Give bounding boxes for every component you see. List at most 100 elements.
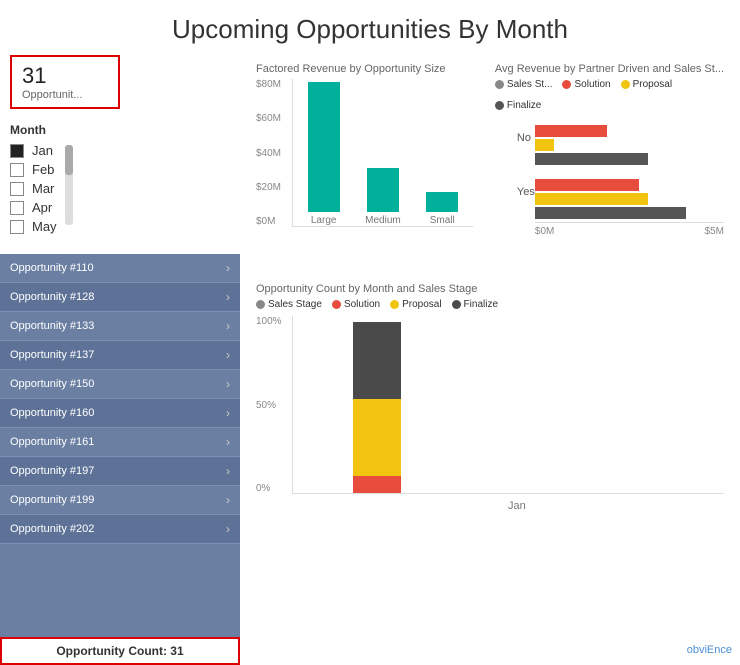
opp-item-label: Opportunity #202 (10, 523, 94, 535)
y-label-0: $0M (256, 216, 292, 227)
legend3-dot-finalize (452, 300, 461, 309)
chart2-legend: Sales St... Solution Proposal Finalize (495, 79, 724, 111)
opp-item-arrow: › (226, 522, 230, 536)
stacked-xlabel: Jan (508, 500, 526, 512)
filter-checkbox-feb[interactable] (10, 163, 24, 177)
filter-label-apr: Apr (32, 200, 52, 215)
filter-label-feb: Feb (32, 162, 54, 177)
branding-accent: Ence (707, 644, 732, 656)
right-panel: Factored Revenue by Opportunity Size $0M… (240, 55, 740, 665)
legend3-label-stage: Sales Stage (268, 299, 322, 310)
legend3-dot-proposal (390, 300, 399, 309)
opp-list-item[interactable]: Opportunity #197› (0, 457, 240, 486)
hbar-no-proposal (535, 139, 554, 151)
opp-list-item[interactable]: Opportunity #161› (0, 428, 240, 457)
chart1-title: Factored Revenue by Opportunity Size (256, 63, 473, 75)
bar-label-medium: Medium (365, 215, 401, 226)
kpi-number: 31 (22, 63, 108, 89)
kpi-label: Opportunit... (22, 89, 108, 101)
seg-proposal (353, 399, 401, 476)
filter-checkbox-jan[interactable] (10, 144, 24, 158)
opp-item-label: Opportunity #160 (10, 407, 94, 419)
legend-dot-sales (495, 80, 504, 89)
filter-checkbox-may[interactable] (10, 220, 24, 234)
filter-checkbox-apr[interactable] (10, 201, 24, 215)
legend3-dot-stage (256, 300, 265, 309)
filter-label-mar: Mar (32, 181, 54, 196)
filter-item-feb[interactable]: Feb (10, 162, 57, 177)
left-panel: 31 Opportunit... Month Jan Feb (0, 55, 240, 665)
hbar-no-finalize (535, 153, 648, 165)
filter-section: Month Jan Feb Mar (0, 119, 240, 246)
legend-label-proposal: Proposal (633, 79, 672, 90)
hbar-container: No Yes (495, 117, 724, 237)
opp-list-item[interactable]: Opportunity #150 › (0, 370, 240, 399)
legend3-label-proposal: Proposal (402, 299, 441, 310)
opp-item-arrow: › (226, 464, 230, 478)
stacked-bar-area: 0% 50% 100% Jan (256, 316, 724, 516)
legend3-proposal: Proposal (390, 299, 441, 310)
filter-item-may[interactable]: May (10, 219, 57, 234)
hbar-row-no: No (495, 125, 724, 165)
chart3-legend: Sales Stage Solution Proposal Finalize (256, 299, 724, 310)
opp-item-arrow: › (226, 406, 230, 420)
legend3-solution: Solution (332, 299, 380, 310)
opp-item-label: Opportunity #161 (10, 436, 94, 448)
chart2-title: Avg Revenue by Partner Driven and Sales … (495, 63, 724, 75)
kpi-card[interactable]: 31 Opportunit... (10, 55, 120, 109)
opp-list-item[interactable]: Opportunity #160 › (0, 399, 240, 428)
legend-solution: Solution (562, 79, 610, 90)
opp-list-item[interactable]: Opportunity #128 › (0, 283, 240, 312)
bar-rect-large (308, 82, 340, 212)
bar-canvas: Large Medium Small (292, 79, 473, 227)
opp-list-item[interactable]: Opportunity #110› (0, 254, 240, 283)
hbar-yes-finalize (535, 207, 686, 219)
opp-item-label: Opportunity #133 (10, 320, 94, 332)
filter-item-mar[interactable]: Mar (10, 181, 57, 196)
filter-checkbox-mar[interactable] (10, 182, 24, 196)
hbar-ylabel-yes: Yes (517, 186, 535, 198)
seg-solution (353, 476, 401, 493)
opp-item-label: Opportunity #110 (10, 262, 94, 274)
opp-item-arrow: › (226, 348, 230, 362)
opp-item-label: Opportunity #199 (10, 494, 94, 506)
legend3-finalize: Finalize (452, 299, 498, 310)
opp-item-arrow: › (226, 377, 230, 391)
hbar-bars-yes (535, 179, 724, 219)
opp-list-item[interactable]: Opportunity #137› (0, 341, 240, 370)
filter-label-jan: Jan (32, 143, 53, 158)
filter-item-jan[interactable]: Jan (10, 143, 57, 158)
legend3-label-solution: Solution (344, 299, 380, 310)
hbar-x0: $0M (535, 226, 554, 237)
opp-item-label: Opportunity #128 (10, 291, 94, 303)
bar-label-large: Large (311, 215, 337, 226)
bar-chart-area: $0M $20M $40M $60M $80M Large Med (256, 79, 473, 249)
hbar-yes-solution (535, 179, 639, 191)
stacked-col-jan (353, 322, 401, 493)
legend-label-finalize: Finalize (507, 100, 541, 111)
y-label-40: $40M (256, 148, 292, 159)
chart-avg-revenue: Avg Revenue by Partner Driven and Sales … (489, 55, 730, 275)
bar-large: Large (303, 82, 344, 226)
opp-item-arrow: › (226, 493, 230, 507)
branding-text: obvi (687, 644, 707, 656)
branding: obviEnce (687, 644, 732, 656)
legend3-label-finalize: Finalize (464, 299, 498, 310)
opp-list-item[interactable]: Opportunity #202 › (0, 515, 240, 544)
legend-dot-proposal (621, 80, 630, 89)
filter-item-apr[interactable]: Apr (10, 200, 57, 215)
bar-rect-medium (367, 168, 399, 212)
opportunity-list: Opportunity #110›Opportunity #128›Opport… (0, 254, 240, 665)
legend-sales-st: Sales St... (495, 79, 553, 90)
legend-finalize: Finalize (495, 100, 541, 111)
opp-list-item[interactable]: Opportunity #199 › (0, 486, 240, 515)
hbar-bars-no (535, 125, 724, 165)
opp-item-arrow: › (226, 319, 230, 333)
opp-item-label: Opportunity #150 (10, 378, 94, 390)
opp-item-arrow: › (226, 290, 230, 304)
chart-factored-revenue: Factored Revenue by Opportunity Size $0M… (250, 55, 479, 275)
opp-list-item[interactable]: Opportunity #133 › (0, 312, 240, 341)
chart3-title: Opportunity Count by Month and Sales Sta… (256, 283, 724, 295)
y-0pct: 0% (256, 483, 292, 494)
hbar-x5m: $5M (705, 226, 724, 237)
